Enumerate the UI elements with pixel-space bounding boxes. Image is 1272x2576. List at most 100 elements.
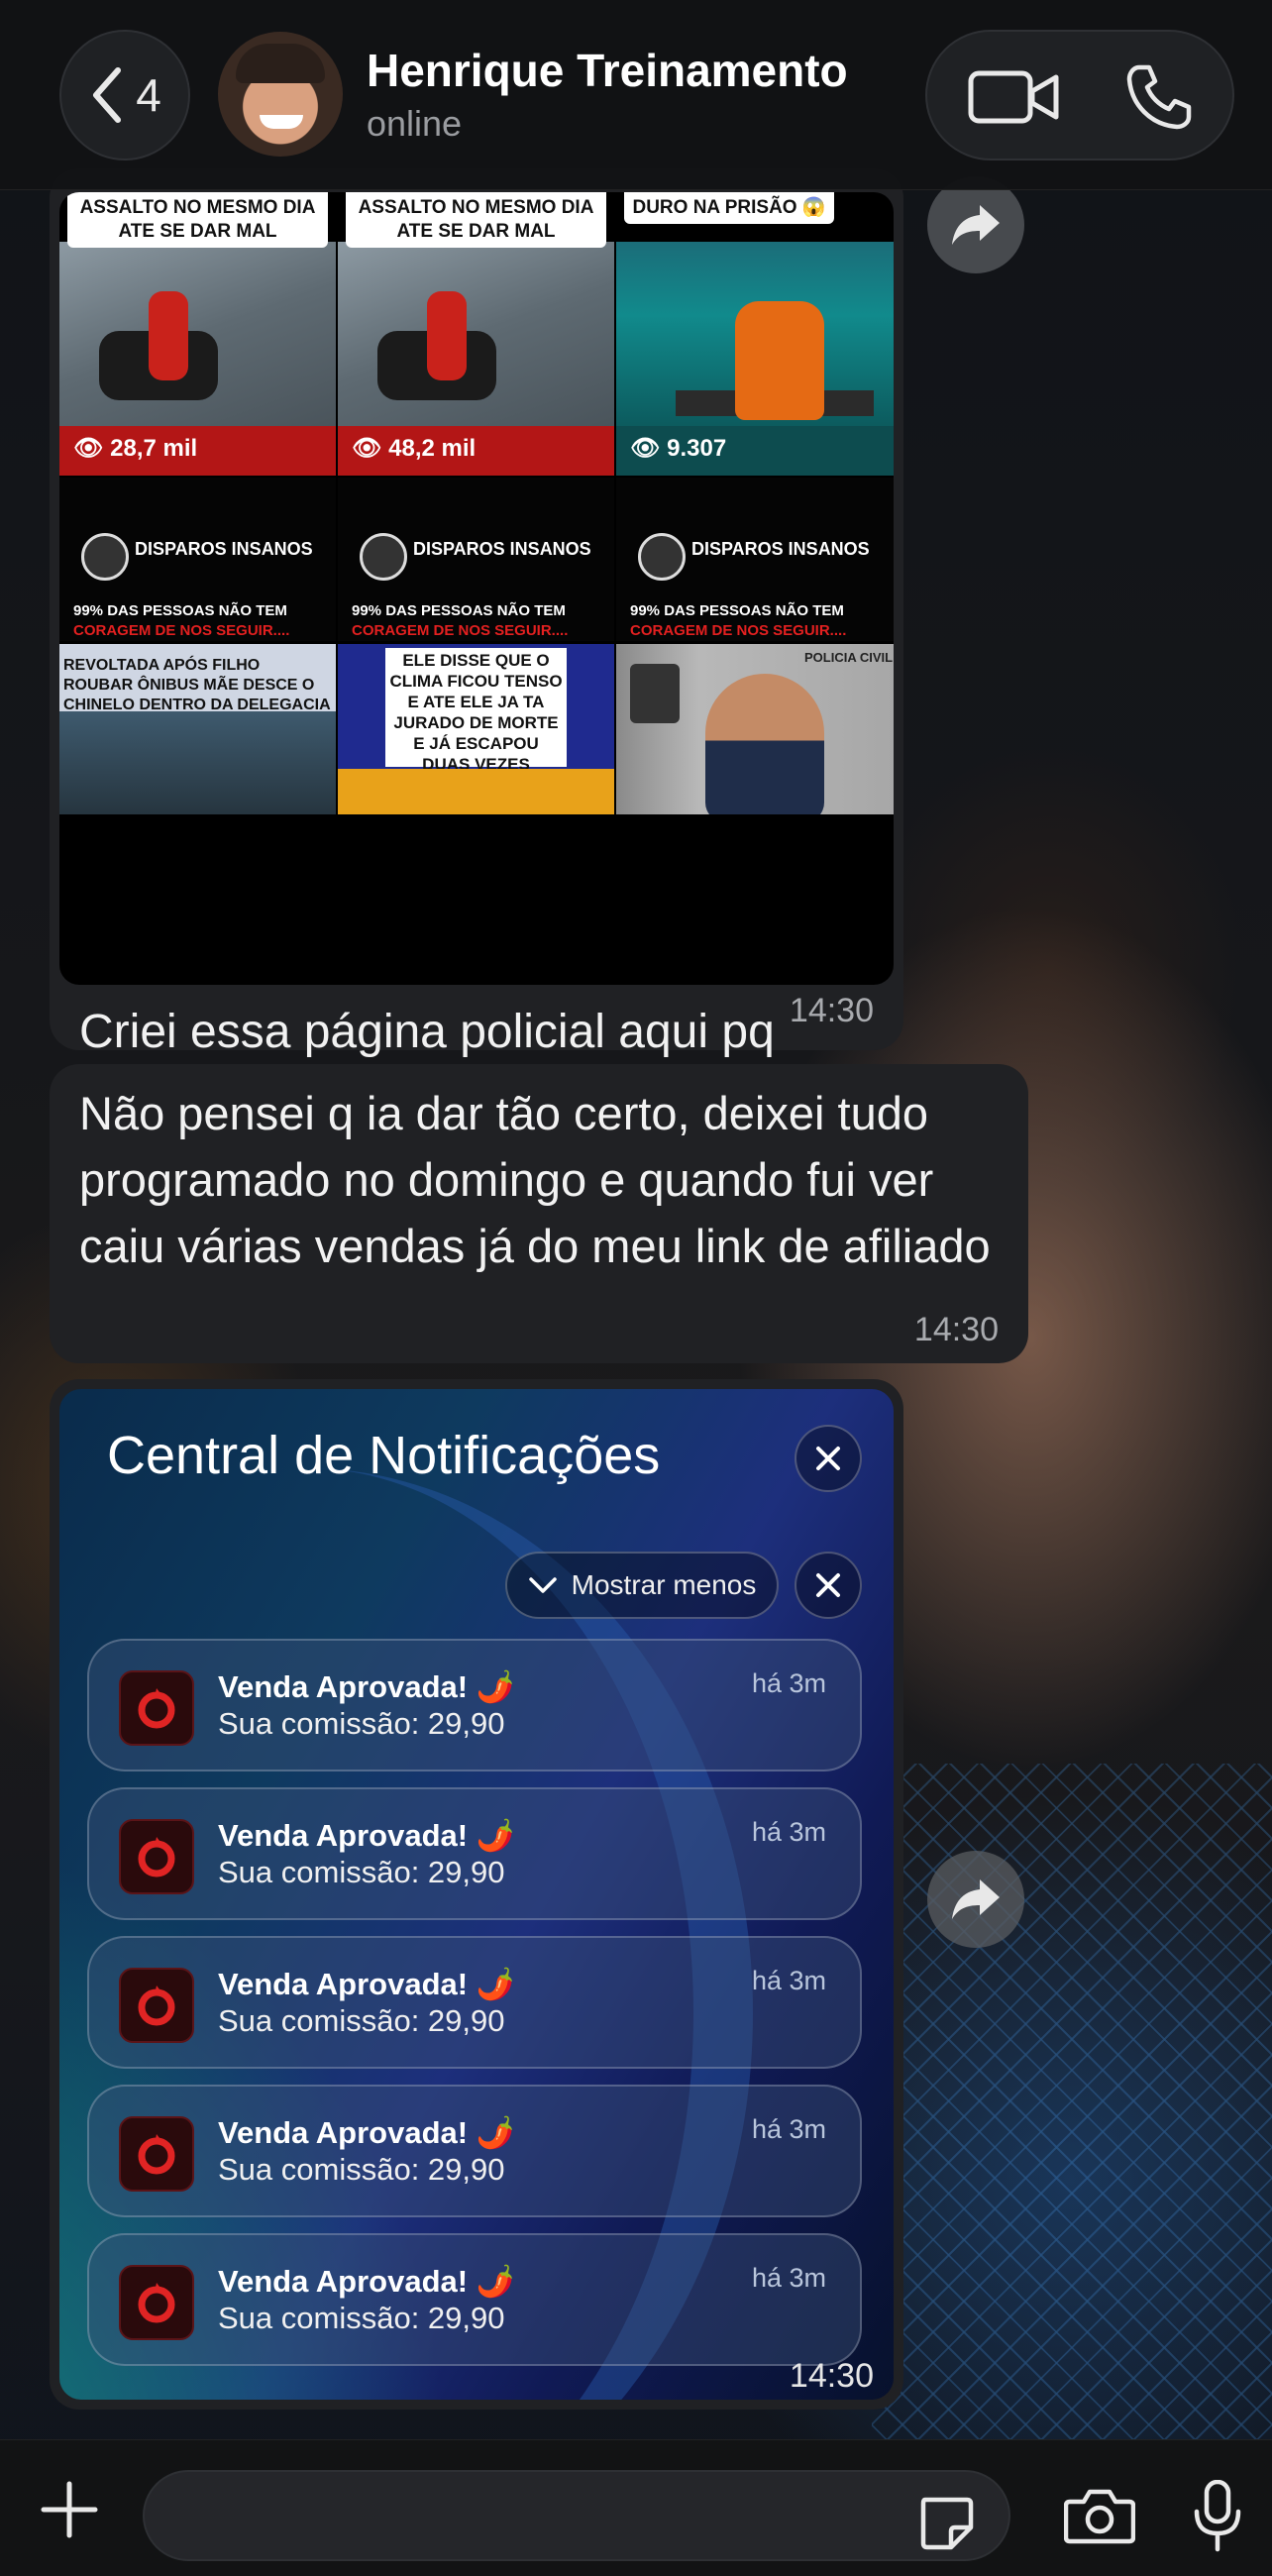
media-tile[interactable]: DISPAROS INSANOS 99% DAS PESSOAS NÃO TEM… — [616, 478, 894, 814]
brand-name: DISPAROS INSANOS — [691, 539, 870, 559]
app-icon — [119, 2116, 194, 2192]
notification-body: Sua comissão: 29,90 — [218, 2301, 505, 2335]
chat-header: 4 Henrique Treinamento online — [0, 0, 1272, 190]
notification-title: Venda Aprovada! 🌶️ — [218, 1967, 515, 2001]
tile-headline: ELE DISSE QUE O CLIMA FICOU TENSO E ATE … — [385, 648, 567, 774]
message-time: 14:30 — [789, 992, 874, 1029]
forward-arrow-icon — [952, 1879, 1000, 1919]
back-button[interactable]: 4 — [59, 30, 190, 161]
tile-image-detail — [149, 291, 188, 380]
tile-image: ELE DISSE QUE O CLIMA FICOU TENSO E ATE … — [338, 644, 614, 814]
avatar-detail — [236, 44, 325, 83]
tile-image: POLICIA CIVIL — [616, 644, 894, 814]
eye-icon: 👁 — [352, 435, 389, 462]
notification-card: Venda Aprovada! 🌶️ Sua comissão: 29,90 h… — [87, 1936, 862, 2069]
notification-time: há 3m — [751, 2114, 826, 2144]
unread-count: 4 — [136, 69, 161, 121]
microphone-icon[interactable] — [1193, 2480, 1242, 2553]
media-tile[interactable]: DURO NA PRISÃO 😱 👁 9.307 — [616, 192, 894, 476]
notification-body: Sua comissão: 29,90 — [218, 1855, 505, 1889]
notification-body: Sua comissão: 29,90 — [218, 1706, 505, 1741]
brand-name: DISPAROS INSANOS — [413, 539, 591, 559]
sticker-icon[interactable] — [917, 2494, 975, 2551]
avatar-detail — [260, 115, 303, 129]
views-count: 9.307 — [667, 435, 727, 462]
media-tile[interactable]: DISPAROS INSANOS 99% DAS PESSOAS NÃO TEM… — [59, 478, 336, 814]
tile-image-detail — [338, 769, 614, 814]
avatar[interactable] — [218, 32, 343, 157]
notification-card: Venda Aprovada! 🌶️ Sua comissão: 29,90 h… — [87, 1639, 862, 1771]
plus-icon[interactable] — [40, 2480, 99, 2539]
notification-card: Venda Aprovada! 🌶️ Sua comissão: 29,90 h… — [87, 2233, 862, 2366]
brand-tagline: CORAGEM DE NOS SEGUIR.... — [630, 622, 847, 639]
camera-icon[interactable] — [1064, 2486, 1135, 2545]
notification-title: Venda Aprovada! 🌶️ — [218, 1669, 515, 1704]
contact-status: online — [367, 103, 463, 144]
notification-center-title: Central de Notificações — [107, 1426, 661, 1485]
wallpaper-pattern — [872, 1764, 1272, 2457]
notification-card: Venda Aprovada! 🌶️ Sua comissão: 29,90 h… — [87, 1787, 862, 1920]
contact-name[interactable]: Henrique Treinamento — [367, 44, 848, 97]
tile-caption: ASSALTO NO MESMO DIA ATE SE DAR MAL — [346, 192, 606, 248]
tile-views: 👁 28,7 mil — [59, 426, 336, 476]
brand-tagline: 99% DAS PESSOAS NÃO TEM — [73, 602, 287, 619]
notification-time: há 3m — [751, 1817, 826, 1847]
app-icon — [119, 1819, 194, 1894]
notification-body: Sua comissão: 29,90 — [218, 2003, 505, 2038]
forward-button[interactable] — [927, 1851, 1024, 1948]
views-count: 28,7 mil — [110, 435, 198, 462]
brand-name: DISPAROS INSANOS — [135, 539, 313, 559]
message-time: 14:30 — [913, 1311, 999, 1348]
forward-arrow-icon — [952, 205, 1000, 245]
police-badge-icon — [630, 664, 680, 723]
skull-logo-icon — [81, 533, 129, 581]
notification-center-screenshot[interactable]: Central de Notificações Mostrar menos Ve… — [59, 1389, 894, 2400]
skull-logo-icon — [360, 533, 407, 581]
eye-icon: 👁 — [630, 435, 668, 462]
forward-button[interactable] — [927, 176, 1024, 273]
chevron-down-icon — [528, 1577, 557, 1593]
chevron-left-icon — [93, 67, 122, 123]
tile-caption: ASSALTO NO MESMO DIA ATE SE DAR MAL — [67, 192, 328, 248]
clear-icon — [795, 1552, 862, 1619]
tile-views: 👁 48,2 mil — [338, 426, 614, 476]
skull-logo-icon — [638, 533, 686, 581]
text-message-bubble[interactable]: Não pensei q ia dar tão certo, deixei tu… — [50, 1064, 1028, 1363]
media-tile[interactable]: ASSALTO NO MESMO DIA ATE SE DAR MAL 👁 28… — [59, 192, 336, 476]
tile-image-detail — [427, 291, 467, 380]
show-less-pill: Mostrar menos — [505, 1552, 779, 1619]
tile-brand-header: DISPAROS INSANOS 99% DAS PESSOAS NÃO TEM… — [616, 478, 894, 641]
tile-image-detail — [735, 301, 824, 420]
eye-icon: 👁 — [73, 435, 111, 462]
media-message-bubble[interactable]: ASSALTO NO MESMO DIA ATE SE DAR MAL 👁 28… — [50, 168, 903, 1191]
notification-time: há 3m — [751, 2263, 826, 2293]
tile-image: REVOLTADA APÓS FILHO ROUBAR ÔNIBUS MÃE D… — [59, 644, 336, 814]
image-message-bubble[interactable]: Central de Notificações Mostrar menos Ve… — [50, 1379, 903, 2410]
tile-headline: REVOLTADA APÓS FILHO ROUBAR ÔNIBUS MÃE D… — [63, 657, 331, 713]
media-grid[interactable]: ASSALTO NO MESMO DIA ATE SE DAR MAL 👁 28… — [59, 192, 894, 985]
notification-card: Venda Aprovada! 🌶️ Sua comissão: 29,90 h… — [87, 2085, 862, 2217]
call-actions — [925, 30, 1234, 161]
tile-caption: DURO NA PRISÃO 😱 — [624, 192, 834, 224]
message-text: Não pensei q ia dar tão certo, deixei tu… — [79, 1087, 991, 1272]
tile-brand-header: DISPAROS INSANOS 99% DAS PESSOAS NÃO TEM… — [338, 478, 614, 641]
brand-tagline: CORAGEM DE NOS SEGUIR.... — [73, 622, 290, 639]
message-input[interactable] — [143, 2470, 1010, 2561]
media-tile[interactable]: DISPAROS INSANOS 99% DAS PESSOAS NÃO TEM… — [338, 478, 614, 814]
notification-title: Venda Aprovada! 🌶️ — [218, 2264, 515, 2299]
notification-time: há 3m — [751, 1966, 826, 1995]
message-time: 14:30 — [789, 2357, 874, 2395]
video-call-icon[interactable] — [967, 67, 1062, 127]
app-icon — [119, 1670, 194, 1746]
phone-call-icon[interactable] — [1125, 63, 1193, 131]
notification-title: Venda Aprovada! 🌶️ — [218, 1818, 515, 1853]
brand-tagline: 99% DAS PESSOAS NÃO TEM — [630, 602, 844, 619]
message-composer — [0, 2439, 1272, 2576]
tile-headline: POLICIA CIVIL — [804, 650, 894, 665]
notification-title: Venda Aprovada! 🌶️ — [218, 2115, 515, 2150]
notification-time: há 3m — [751, 1668, 826, 1698]
app-icon — [119, 2265, 194, 2340]
notification-body: Sua comissão: 29,90 — [218, 2152, 505, 2187]
media-tile[interactable]: ASSALTO NO MESMO DIA ATE SE DAR MAL 👁 48… — [338, 192, 614, 476]
brand-tagline: 99% DAS PESSOAS NÃO TEM — [352, 602, 566, 619]
